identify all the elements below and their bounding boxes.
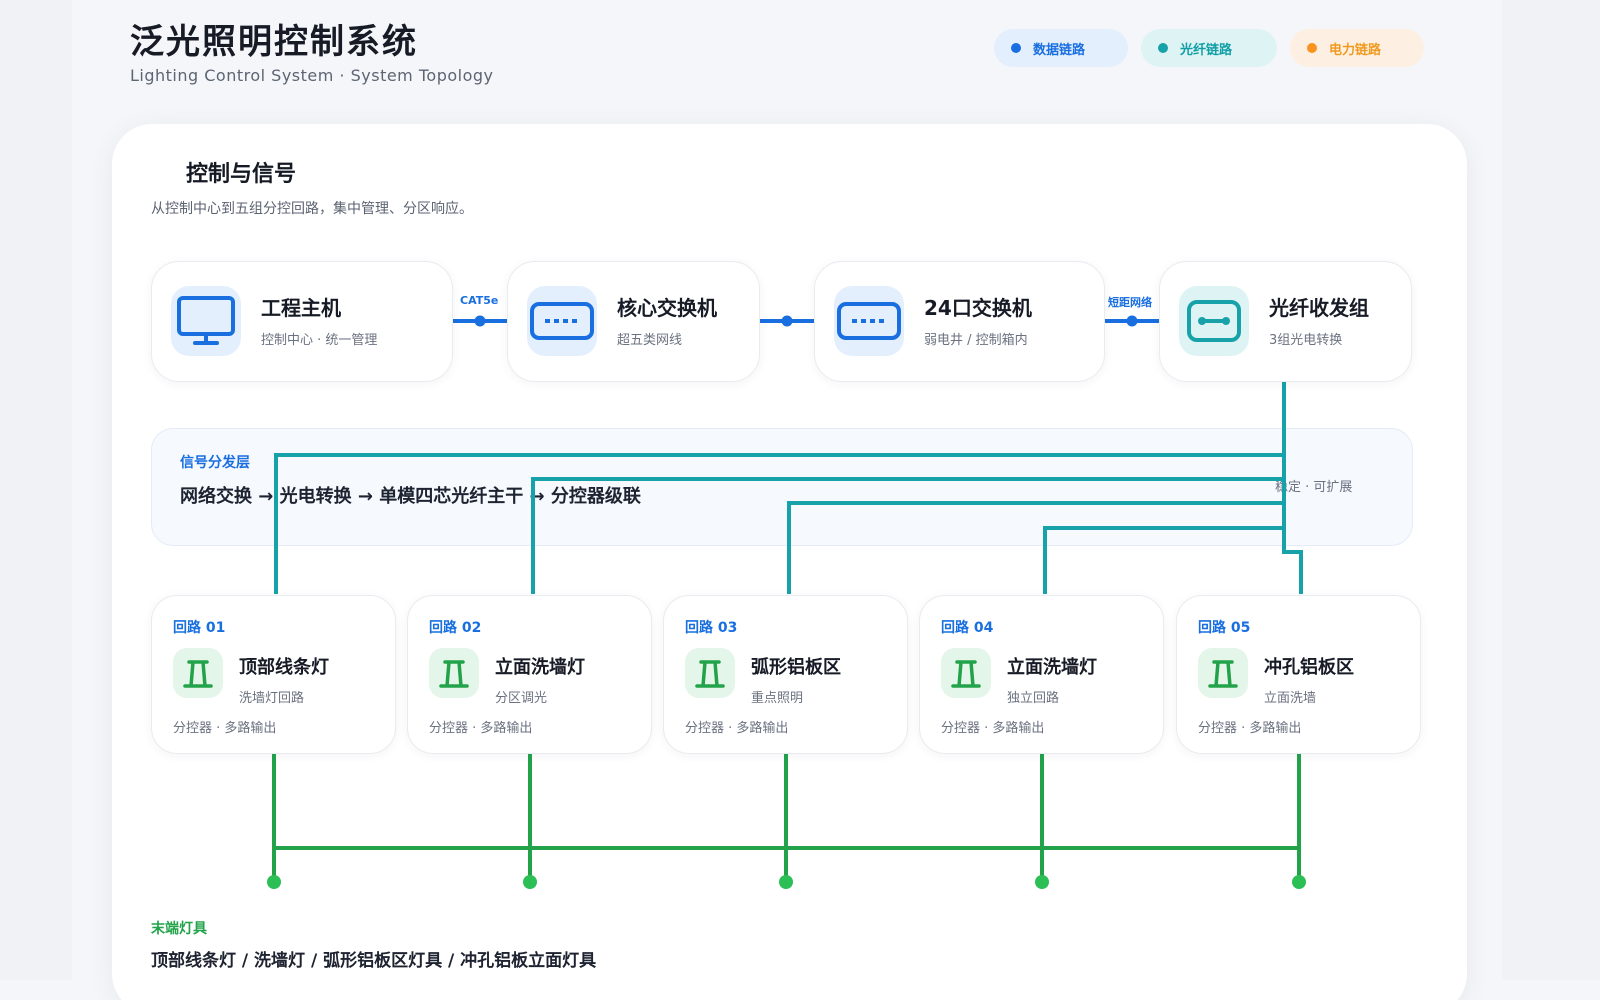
terminal-fixtures-title: 末端灯具 [151, 921, 207, 937]
fixture-node-01 [267, 875, 281, 889]
circuit-sub: 重点照明 [751, 691, 804, 706]
device-sub: 超五类网线 [617, 333, 683, 348]
device-name: 核心交换机 [617, 296, 717, 320]
circuit-number: 回路 02 [429, 620, 482, 636]
floodlight-icon [429, 648, 479, 698]
switch-icon [527, 286, 597, 356]
floodlight-icon [941, 648, 991, 698]
fiber-branch-02 [531, 477, 1284, 594]
circuit-number: 回路 01 [173, 620, 226, 636]
link-node-24port-fiber [1126, 315, 1138, 327]
link-label-switch-fiber: 短距网络 [1108, 296, 1152, 309]
circuit-card-04[interactable]: 回路 04 立面洗墙灯 独立回路 分控器 · 多路输出 [919, 595, 1164, 754]
circuit-sub: 立面洗墙 [1264, 691, 1317, 706]
circuit-number: 回路 03 [685, 620, 738, 636]
device-sub: 控制中心 · 统一管理 [261, 333, 378, 348]
topology-wires [267, 315, 1306, 889]
circuit-name: 顶部线条灯 [239, 657, 329, 678]
circuit-foot: 分控器 · 多路输出 [941, 721, 1045, 736]
device-name: 光纤收发组 [1269, 296, 1369, 320]
circuit-foot: 分控器 · 多路输出 [685, 721, 789, 736]
circuit-number: 回路 05 [1198, 620, 1251, 636]
circuit-card-02[interactable]: 回路 02 立面洗墙灯 分区调光 分控器 · 多路输出 [407, 595, 652, 754]
fixture-node-05 [1292, 875, 1306, 889]
circuit-name: 弧形铝板区 [751, 657, 841, 678]
device-card-core-switch[interactable]: 核心交换机 超五类网线 [507, 261, 760, 382]
monitor-icon [171, 286, 241, 356]
circuit-sub: 洗墙灯回路 [239, 691, 305, 706]
circuit-name: 冲孔铝板区 [1264, 657, 1354, 678]
device-card-24port-switch[interactable]: 24口交换机 弱电井 / 控制箱内 [814, 261, 1105, 382]
floodlight-icon [173, 648, 223, 698]
switch-icon [834, 286, 904, 356]
circuit-number: 回路 04 [941, 620, 994, 636]
fiber-trunk-main [1282, 382, 1303, 594]
floodlight-icon [685, 648, 735, 698]
terminal-fixtures-list: 顶部线条灯 / 洗墙灯 / 弧形铝板区灯具 / 冲孔铝板立面灯具 [151, 951, 597, 971]
floodlight-icon [1198, 648, 1248, 698]
circuit-foot: 分控器 · 多路输出 [429, 721, 533, 736]
circuit-sub: 分区调光 [495, 691, 548, 706]
circuit-card-05[interactable]: 回路 05 冲孔铝板区 立面洗墙 分控器 · 多路输出 [1176, 595, 1421, 754]
fiber-branch-01 [274, 453, 1284, 594]
device-card-fiber-transceiver[interactable]: 光纤收发组 3组光电转换 [1159, 261, 1412, 382]
fiber-branch-04 [1043, 526, 1284, 594]
fiber-transceiver-icon [1179, 286, 1249, 356]
link-node-core-24port [781, 315, 793, 327]
device-sub: 弱电井 / 控制箱内 [924, 333, 1028, 348]
device-sub: 3组光电转换 [1269, 333, 1343, 348]
circuit-card-01[interactable]: 回路 01 顶部线条灯 洗墙灯回路 分控器 · 多路输出 [151, 595, 396, 754]
circuit-sub: 独立回路 [1007, 691, 1060, 706]
device-name: 24口交换机 [924, 296, 1032, 320]
circuit-card-03[interactable]: 回路 03 弧形铝板区 重点照明 分控器 · 多路输出 [663, 595, 908, 754]
fixture-node-02 [523, 875, 537, 889]
device-card-host[interactable]: 工程主机 控制中心 · 统一管理 [151, 261, 453, 382]
circuit-foot: 分控器 · 多路输出 [173, 721, 277, 736]
fixture-node-03 [779, 875, 793, 889]
fixture-node-04 [1035, 875, 1049, 889]
link-label-host-core: CAT5e [460, 294, 499, 307]
device-name: 工程主机 [261, 296, 341, 320]
fiber-branch-03 [787, 501, 1284, 594]
circuit-foot: 分控器 · 多路输出 [1198, 721, 1302, 736]
circuit-name: 立面洗墙灯 [495, 657, 585, 678]
link-node-host-core [474, 315, 486, 327]
circuit-name: 立面洗墙灯 [1007, 657, 1097, 678]
